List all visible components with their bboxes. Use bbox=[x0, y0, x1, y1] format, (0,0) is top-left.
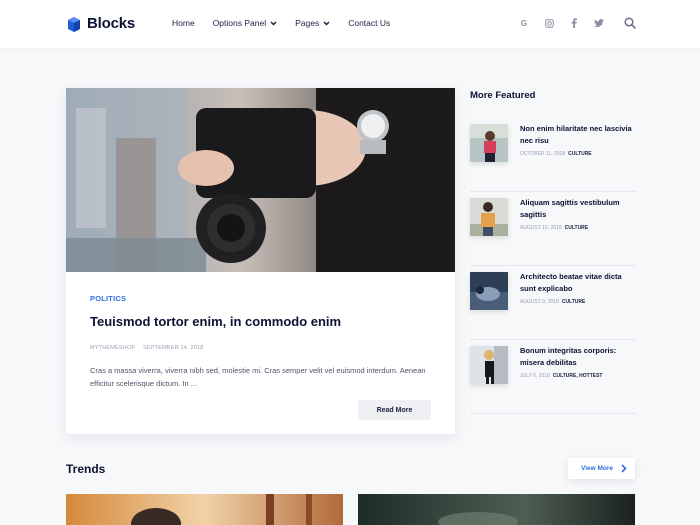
site-header: Blocks Home Options Panel Pages Contact … bbox=[0, 0, 700, 48]
nav-item-pages[interactable]: Pages bbox=[295, 18, 330, 28]
featured-item-date: AUGUST 10, 2018 bbox=[520, 225, 562, 231]
post-title[interactable]: Teuismod tortor enim, in commodo enim bbox=[90, 314, 341, 329]
post-date: SEPTEMBER 14, 2018 bbox=[143, 345, 204, 351]
nav-item-options-panel[interactable]: Options Panel bbox=[213, 18, 277, 28]
nav-item-home[interactable]: Home bbox=[172, 18, 195, 28]
featured-item-category[interactable]: CULTURE bbox=[565, 225, 589, 231]
featured-item-category[interactable]: CULTURE, HOTTEST bbox=[553, 373, 603, 379]
nav-item-contact-us[interactable]: Contact Us bbox=[348, 18, 390, 28]
post-meta: MYTHEMESHOP SEPTEMBER 14, 2018 bbox=[90, 345, 210, 351]
nav-item-label: Options Panel bbox=[212, 18, 267, 28]
trend-post-image[interactable] bbox=[358, 494, 635, 525]
featured-item-category[interactable]: CULTURE bbox=[568, 151, 592, 157]
featured-item-meta: JULY 6, 2018 CULTURE, HOTTEST bbox=[520, 373, 602, 379]
site-logo[interactable]: Blocks bbox=[66, 15, 135, 32]
featured-item-title[interactable]: Bonum integritas corporis: misera debili… bbox=[520, 345, 636, 369]
chevron-down-icon bbox=[323, 20, 330, 26]
featured-item-title[interactable]: Non enim hilaritate nec lascivia nec ris… bbox=[520, 123, 636, 147]
instagram-icon[interactable] bbox=[543, 17, 555, 29]
google-icon[interactable]: G bbox=[518, 17, 530, 29]
featured-item[interactable]: Aliquam sagittis vestibulum sagittis AUG… bbox=[470, 192, 636, 266]
featured-item-title[interactable]: Aliquam sagittis vestibulum sagittis bbox=[520, 197, 636, 221]
trends-title: Trends bbox=[66, 462, 106, 476]
sidebar-title: More Featured bbox=[470, 90, 536, 101]
featured-item-meta: AUGUST 10, 2018 CULTURE bbox=[520, 225, 588, 231]
featured-item-date: AUGUST 9, 2018 bbox=[520, 299, 559, 305]
search-icon[interactable] bbox=[624, 16, 636, 29]
featured-item-thumbnail[interactable] bbox=[470, 198, 508, 236]
post-category[interactable]: POLITICS bbox=[90, 294, 126, 303]
twitter-icon[interactable] bbox=[593, 17, 605, 29]
featured-item[interactable]: Bonum integritas corporis: misera debili… bbox=[470, 340, 636, 414]
featured-item[interactable]: Architecto beatae vitae dicta sunt expli… bbox=[470, 266, 636, 340]
chevron-down-icon bbox=[270, 20, 277, 26]
featured-item[interactable]: Non enim hilaritate nec lascivia nec ris… bbox=[470, 118, 636, 192]
logo-text: Blocks bbox=[87, 15, 135, 32]
featured-item-meta: OCTOBER 11, 2018 CULTURE bbox=[520, 151, 592, 157]
view-more-button[interactable]: View More bbox=[568, 458, 635, 479]
nav-item-label: Home bbox=[172, 18, 195, 28]
featured-item-date: JULY 6, 2018 bbox=[520, 373, 550, 379]
nav-item-label: Contact Us bbox=[348, 18, 391, 28]
social-links: G bbox=[518, 17, 618, 29]
featured-item-thumbnail[interactable] bbox=[470, 124, 508, 162]
featured-item-date: OCTOBER 11, 2018 bbox=[520, 151, 566, 157]
post-excerpt: Cras a massa viverra, viverra nibh sed, … bbox=[90, 366, 426, 388]
featured-item-thumbnail[interactable] bbox=[470, 346, 508, 384]
featured-item-title[interactable]: Architecto beatae vitae dicta sunt expli… bbox=[520, 271, 636, 295]
featured-item-category[interactable]: CULTURE bbox=[562, 299, 586, 305]
view-more-label: View More bbox=[581, 465, 614, 472]
facebook-icon[interactable] bbox=[568, 17, 580, 29]
chevron-right-icon bbox=[621, 464, 627, 473]
featured-item-meta: AUGUST 9, 2018 CULTURE bbox=[520, 299, 585, 305]
featured-post-image[interactable] bbox=[66, 88, 455, 272]
post-author[interactable]: MYTHEMESHOP bbox=[90, 345, 135, 351]
featured-post-card[interactable]: POLITICS Teuismod tortor enim, in commod… bbox=[66, 88, 455, 434]
trend-post-image[interactable] bbox=[66, 494, 343, 525]
featured-item-thumbnail[interactable] bbox=[470, 272, 508, 310]
read-more-button[interactable]: Read More bbox=[358, 400, 431, 420]
main-nav: Home Options Panel Pages Contact Us bbox=[172, 18, 408, 28]
logo-icon bbox=[68, 16, 80, 32]
nav-item-label: Pages bbox=[295, 18, 320, 28]
